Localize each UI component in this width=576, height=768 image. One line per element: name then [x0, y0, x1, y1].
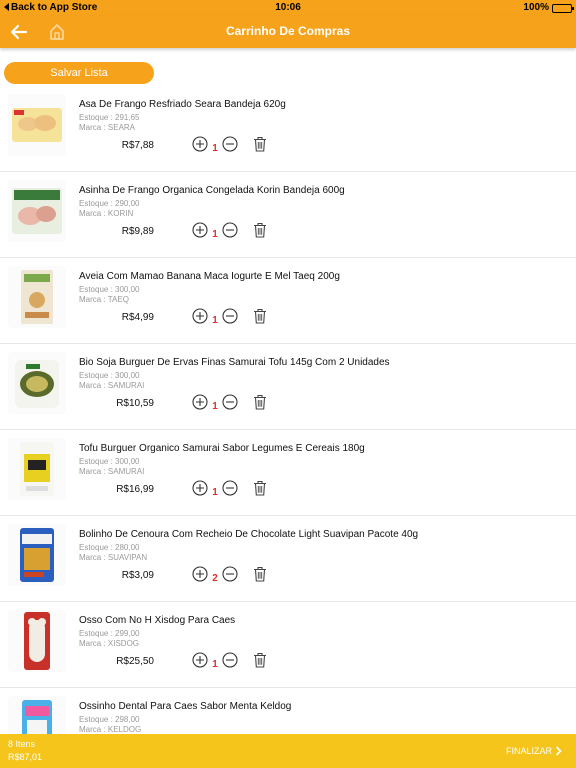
cart-item[interactable]: Ossinho Dental Para Caes Sabor Menta Kel…: [0, 688, 576, 734]
cart-item[interactable]: Bolinho De Cenoura Com Recheio De Chocol…: [0, 516, 576, 602]
product-brand: Marca : KORIN: [79, 209, 134, 218]
quantity-value: 2: [212, 573, 218, 584]
product-brand: Marca : SUAVIPAN: [79, 553, 148, 562]
minus-circle-icon[interactable]: [222, 222, 238, 238]
trash-icon[interactable]: [253, 136, 267, 152]
trash-icon[interactable]: [253, 394, 267, 410]
trash-icon[interactable]: [253, 308, 267, 324]
chevron-right-icon: [555, 746, 562, 756]
cart-item[interactable]: Asinha De Frango Organica Congelada Kori…: [0, 172, 576, 258]
product-stock: Estoque : 291,65: [79, 113, 140, 122]
product-price: R$3,09: [121, 570, 154, 581]
product-name: Bolinho De Cenoura Com Recheio De Chocol…: [79, 529, 419, 540]
minus-circle-icon[interactable]: [222, 394, 238, 410]
status-bar: Back to App Store 10:06 100%: [0, 0, 576, 16]
product-stock: Estoque : 299,00: [79, 629, 140, 638]
item-count: 8 Itens: [8, 739, 36, 749]
cart-total: R$87,01: [8, 752, 43, 762]
product-image: [8, 94, 66, 156]
product-stock: Estoque : 280,00: [79, 543, 140, 552]
trash-icon[interactable]: [253, 566, 267, 582]
quantity-value: 1: [212, 143, 218, 154]
plus-circle-icon[interactable]: [192, 480, 208, 496]
plus-circle-icon[interactable]: [192, 222, 208, 238]
product-brand: Marca : SEARA: [79, 123, 136, 132]
product-brand: Marca : KELDOG: [79, 725, 142, 734]
battery-indicator: 100%: [523, 0, 574, 16]
nav-bar: Carrinho De Compras: [0, 16, 576, 48]
quantity-value: 1: [212, 659, 218, 670]
minus-circle-icon[interactable]: [222, 136, 238, 152]
product-brand: Marca : XISDOG: [79, 639, 140, 648]
product-name: Osso Com No H Xisdog Para Caes: [79, 615, 236, 626]
product-stock: Estoque : 300,00: [79, 285, 140, 294]
product-name: Tofu Burguer Organico Samurai Sabor Legu…: [79, 443, 365, 454]
product-image: [8, 266, 66, 328]
battery-percent: 100%: [523, 2, 549, 13]
product-image: [8, 180, 66, 242]
minus-circle-icon[interactable]: [222, 308, 238, 324]
minus-circle-icon[interactable]: [222, 566, 238, 582]
product-name: Bio Soja Burguer De Ervas Finas Samurai …: [79, 357, 390, 368]
product-stock: Estoque : 300,00: [79, 457, 140, 466]
product-name: Asa De Frango Resfriado Seara Bandeja 62…: [79, 99, 286, 110]
trash-icon[interactable]: [253, 480, 267, 496]
save-list-button[interactable]: Salvar Lista: [4, 62, 154, 84]
product-brand: Marca : TAEQ: [79, 295, 129, 304]
cart-item[interactable]: Tofu Burguer Organico Samurai Sabor Legu…: [0, 430, 576, 516]
product-stock: Estoque : 298,00: [79, 715, 140, 724]
trash-icon[interactable]: [253, 652, 267, 668]
product-stock: Estoque : 300,00: [79, 371, 140, 380]
product-stock: Estoque : 290,00: [79, 199, 140, 208]
product-image: [8, 696, 66, 734]
cart-item[interactable]: Bio Soja Burguer De Ervas Finas Samurai …: [0, 344, 576, 430]
finish-button[interactable]: FINALIZAR: [506, 746, 562, 756]
product-price: R$16,99: [116, 484, 154, 495]
status-time: 10:06: [275, 2, 301, 13]
page-title: Carrinho De Compras: [225, 24, 351, 38]
product-name: Asinha De Frango Organica Congelada Kori…: [79, 185, 345, 196]
product-price: R$25,50: [116, 656, 154, 667]
trash-icon[interactable]: [253, 222, 267, 238]
product-price: R$7,88: [121, 140, 154, 151]
battery-icon: [552, 3, 574, 13]
product-name: Ossinho Dental Para Caes Sabor Menta Kel…: [79, 701, 292, 712]
finish-label: FINALIZAR: [505, 746, 552, 756]
quantity-value: 1: [212, 315, 218, 326]
product-price: R$4,99: [121, 312, 154, 323]
product-price: R$9,89: [121, 226, 154, 237]
plus-circle-icon[interactable]: [192, 652, 208, 668]
plus-circle-icon[interactable]: [192, 394, 208, 410]
minus-circle-icon[interactable]: [222, 480, 238, 496]
plus-circle-icon[interactable]: [192, 308, 208, 324]
cart-footer: 8 Itens R$87,01 FINALIZAR: [0, 734, 576, 768]
plus-circle-icon[interactable]: [192, 566, 208, 582]
cart-item-list[interactable]: Asa De Frango Resfriado Seara Bandeja 62…: [0, 86, 576, 734]
quantity-value: 1: [212, 401, 218, 412]
product-price: R$10,59: [116, 398, 154, 409]
minus-circle-icon[interactable]: [222, 652, 238, 668]
product-brand: Marca : SAMURAI: [79, 467, 145, 476]
cart-item[interactable]: Osso Com No H Xisdog Para Caes Estoque : …: [0, 602, 576, 688]
cart-item[interactable]: Aveia Com Mamao Banana Maca Iogurte E Me…: [0, 258, 576, 344]
quantity-value: 1: [212, 229, 218, 240]
product-image: [8, 610, 66, 672]
product-brand: Marca : SAMURAI: [79, 381, 145, 390]
cart-item[interactable]: Asa De Frango Resfriado Seara Bandeja 62…: [0, 86, 576, 172]
quantity-value: 1: [212, 487, 218, 498]
product-image: [8, 524, 66, 586]
product-image: [8, 438, 66, 500]
product-name: Aveia Com Mamao Banana Maca Iogurte E Me…: [79, 271, 340, 282]
product-image: [8, 352, 66, 414]
plus-circle-icon[interactable]: [192, 136, 208, 152]
